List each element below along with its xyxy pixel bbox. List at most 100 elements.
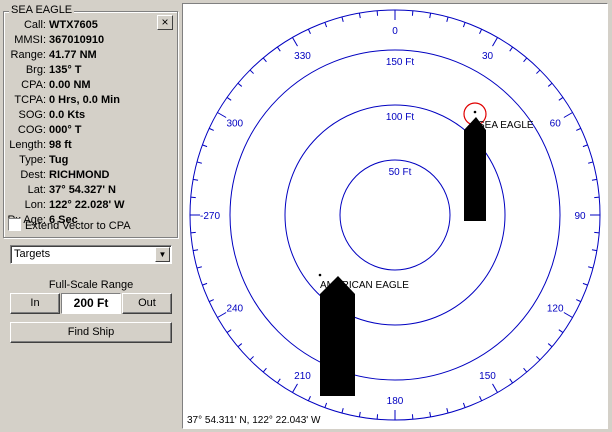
- bearing-tick: [262, 57, 267, 63]
- bearing-tick: [217, 112, 227, 118]
- info-row: Length: 98 ft: [4, 138, 164, 153]
- bearing-tick: [324, 22, 328, 28]
- bearing-tick: [479, 28, 483, 34]
- zoom-out-button[interactable]: Out: [122, 293, 172, 314]
- bearing-tick: [292, 383, 298, 393]
- bearing-tick: [462, 22, 466, 28]
- bearing-tick: [582, 144, 588, 148]
- radar-display[interactable]: 0 30 60 90 120 150 180 210 240 -270 300 330 50 Ft 10…: [182, 3, 608, 429]
- bearing-tick: [208, 127, 214, 131]
- info-value: 122° 22.028' W: [49, 199, 125, 211]
- ring-range-label: 100 Ft: [386, 112, 415, 123]
- bearing-tick: [591, 178, 597, 181]
- info-row: Range: 41.77 NM: [4, 48, 164, 63]
- info-value: 0.0 Kts: [49, 109, 86, 121]
- target-name-title: SEA EAGLE: [9, 4, 75, 16]
- bearing-tick: [547, 82, 553, 87]
- bearing-tick: [307, 28, 311, 34]
- range-ring: [229, 49, 561, 381]
- bearing-label: 150: [479, 371, 496, 382]
- bearing-tick: [563, 312, 573, 318]
- bearing-tick: [196, 266, 202, 269]
- bearing-tick: [479, 396, 483, 402]
- bearing-tick: [563, 112, 573, 118]
- info-row: Lat: 37° 54.327' N: [4, 183, 164, 198]
- bearing-tick: [462, 402, 466, 408]
- bearing-tick: [193, 249, 199, 252]
- bearing-tick: [358, 411, 361, 417]
- bearing-tick: [588, 161, 594, 164]
- chevron-down-icon[interactable]: ▼: [155, 247, 170, 262]
- info-value: 0.00 NM: [49, 79, 91, 91]
- info-value: 37° 54.327' N: [49, 184, 116, 196]
- bearing-tick: [249, 356, 254, 361]
- bearing-tick: [536, 69, 541, 74]
- bearing-tick: [576, 127, 582, 131]
- info-value: 0 Hrs, 0.0 Min: [49, 94, 120, 106]
- info-value: 98 ft: [49, 139, 72, 151]
- bearing-tick: [429, 411, 432, 417]
- info-label: COG:: [17, 124, 46, 136]
- bearing-label: 30: [482, 51, 494, 62]
- bearing-tick: [547, 343, 553, 348]
- targets-dropdown-value: Targets: [14, 248, 51, 260]
- find-ship-button[interactable]: Find Ship: [10, 322, 172, 343]
- bearing-tick: [307, 396, 311, 402]
- bearing-tick: [324, 402, 328, 408]
- bearing-tick: [591, 249, 597, 252]
- radar-canvas[interactable]: 0 30 60 90 120 150 180 210 240 -270 300 330 50 Ft 10…: [183, 4, 607, 428]
- info-row: CPA: 0.00 NM: [4, 78, 164, 93]
- vessel-antenna-dot: [473, 110, 477, 114]
- bearing-tick: [558, 97, 564, 101]
- checkbox-box[interactable]: [8, 218, 21, 231]
- bearing-tick: [492, 383, 498, 393]
- bearing-tick: [217, 312, 227, 318]
- info-label: CPA:: [21, 79, 46, 91]
- extend-vector-label: Extend Vector to CPA: [25, 220, 131, 232]
- info-label: SOG:: [18, 109, 46, 121]
- info-value: 367010910: [49, 34, 105, 46]
- info-value: 41.77 NM: [49, 49, 97, 61]
- bearing-tick: [277, 46, 281, 52]
- bearing-tick: [509, 378, 513, 384]
- range-value-field: 200 Ft: [61, 293, 121, 314]
- bearing-tick: [262, 367, 267, 373]
- bearing-tick: [226, 329, 232, 333]
- info-label: TCPA:: [14, 94, 46, 106]
- info-row: Type: Tug: [4, 153, 164, 168]
- bearing-tick: [292, 37, 298, 47]
- info-label: MMSI:: [14, 34, 46, 46]
- bearing-tick: [446, 408, 449, 414]
- bearing-label: 180: [387, 396, 404, 407]
- vessel-label-american-eagle: AMERICAN EAGLE: [320, 280, 409, 291]
- info-value: 000° T: [49, 124, 82, 136]
- zoom-in-button[interactable]: In: [10, 293, 60, 314]
- bearing-tick: [429, 13, 432, 19]
- bearing-tick: [208, 299, 214, 303]
- vessel-antenna-dot: [318, 273, 322, 277]
- targets-dropdown[interactable]: Targets ▼: [10, 245, 172, 264]
- bearing-tick: [193, 178, 199, 181]
- info-label: Call:: [23, 19, 46, 31]
- bearing-tick: [196, 161, 202, 164]
- bearing-label: 240: [226, 304, 243, 315]
- bearing-tick: [226, 97, 232, 101]
- info-value: WTX7605: [49, 19, 98, 31]
- bearing-tick: [237, 343, 243, 348]
- info-row: Call: WTX7605: [4, 18, 164, 33]
- bearing-tick: [523, 367, 528, 373]
- bearing-label: 330: [294, 51, 311, 62]
- extend-vector-checkbox[interactable]: Extend Vector to CPA: [8, 218, 131, 232]
- info-label: Brg:: [25, 64, 46, 76]
- bearing-tick: [358, 13, 361, 19]
- bearing-label: 300: [226, 119, 243, 130]
- bearing-tick: [446, 16, 449, 22]
- bearing-label: -270: [200, 211, 220, 222]
- full-scale-range-label: Full-Scale Range: [48, 279, 134, 291]
- bearing-tick: [558, 329, 564, 333]
- vessel-american-eagle: [320, 276, 355, 396]
- info-row: Brg: 135° T: [4, 63, 164, 78]
- bearing-label: 90: [574, 211, 586, 222]
- info-value: RICHMOND: [49, 169, 110, 181]
- position-readout: 37° 54.311' N, 122° 22.043' W: [187, 415, 321, 426]
